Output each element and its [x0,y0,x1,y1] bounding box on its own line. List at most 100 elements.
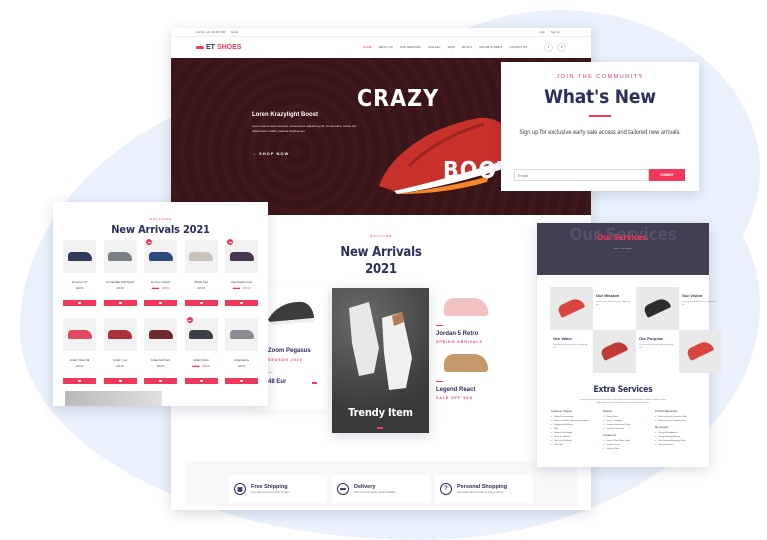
twitter-icon[interactable]: t [557,42,566,52]
service-link[interactable]: Terms & Conditions [551,436,589,438]
product-name[interactable]: Jordan Tech Pack [144,359,177,362]
service-link[interactable]: Change Billing Address [655,432,693,434]
facebook-icon[interactable]: f [544,42,553,52]
add-to-cart-button[interactable] [184,378,218,384]
service-image [593,330,636,373]
product-image[interactable] [225,318,258,351]
basket-icon [78,301,81,305]
trendy-indicator [377,427,383,429]
nav-contact[interactable]: CONTACT US [509,45,527,49]
product-card[interactable]: Air Force 1 '07 £99.00 [63,240,96,306]
service-item: Our Value Lorem ipsum dolor sit amet, adi… [550,330,593,373]
product-image[interactable] [184,240,218,273]
product-image[interactable] [103,240,137,273]
service-title[interactable]: Our Mission [596,293,633,298]
add-to-cart-button[interactable] [184,300,218,306]
nav-services[interactable]: OUR SERVICES [400,45,421,49]
product-image[interactable] [144,318,177,351]
legend-react-name[interactable]: Legend React [436,387,516,393]
product-image[interactable] [63,318,96,351]
service-title[interactable]: Our Purpose [639,336,676,341]
newsletter-kicker: JOIN THE COMMUNITY [556,74,644,80]
sale-price: £79.00 [243,287,251,290]
service-link[interactable]: Customer Care [603,444,641,446]
service-link[interactable]: View Saved Items [655,444,693,446]
topbar-email[interactable]: Email [231,31,238,34]
nav-blog[interactable]: BLOG ▾ [462,45,472,49]
topbar-link-signup[interactable]: Sign Up [551,31,560,34]
service-link[interactable]: Gift Guide [551,444,589,446]
product-name[interactable]: Air Force 1 Result [144,281,177,284]
product-name[interactable]: Giant Royals 2 Low [225,281,258,284]
service-link[interactable]: Terms / Conditions [603,420,641,422]
product-card[interactable]: Air VaporMax 2020 Flyknit £99.00 [103,240,137,306]
product-card[interactable]: Jordan 7 Retro SE £99.00 [63,318,96,384]
product-card[interactable]: Offcode Type £55.00 [184,240,218,306]
product-card[interactable]: Jordan 7 Low £99.00 [103,318,137,384]
nav-home[interactable]: HOME [363,45,371,49]
product-image[interactable] [225,239,258,273]
add-to-cart-button[interactable] [144,378,177,384]
email-input[interactable] [514,169,649,181]
logo-text-shoes: SHOES [216,43,242,51]
service-link[interactable]: Refund Per Exchanges [551,416,589,418]
nav-faqs[interactable]: FAQS [448,45,455,49]
product-card[interactable]: Jordan 5 Retro £79.00 £66.00 [184,317,218,384]
product-card[interactable]: Jordan Evolve £99.00 [225,318,258,384]
product-card[interactable]: Air Force 1 Result £99.00 £39.00 [144,239,177,306]
service-link[interactable]: Low Price Guarantee [603,428,641,430]
trendy-item-banner[interactable]: Trendy Item [332,288,429,433]
product-image[interactable] [144,239,177,273]
product-name[interactable]: Jordan 5 Retro [185,359,218,362]
arrivals-title: New Arrivals 2021 [111,223,210,236]
topbar-link-help[interactable]: Help [539,31,544,34]
logo[interactable]: ET SHOES [196,44,241,51]
nav-about[interactable]: ABOUT US [378,45,392,49]
extra-services-columns: Customer Support Refund Per Exchanges Excl… [551,410,693,452]
product-card[interactable]: Jordan Tech Pack £99.00 [144,318,177,384]
product-image[interactable] [103,318,137,351]
service-link[interactable]: Exclusive Fashion Ordering Competition [551,420,589,422]
add-to-cart-button[interactable] [144,300,177,306]
service-desc: Lorem ipsum dolor sit amet, adipiscing e… [553,344,588,349]
add-to-cart-button[interactable] [225,300,258,306]
product-image[interactable] [63,240,96,273]
service-link[interactable]: Customer Satisfaction Policy [603,424,641,426]
service-link[interactable]: Returns & Exchanges [551,432,589,434]
product-name[interactable]: Jordan 7 Retro SE [63,359,96,362]
product-name[interactable]: Air VaporMax 2020 Flyknit [104,281,137,284]
service-link[interactable]: Shipping and Delivery [551,424,589,426]
service-link[interactable]: Register Service Protection Plan [655,420,693,422]
add-to-cart-button[interactable] [103,378,137,384]
service-link[interactable]: Order by Phone [603,448,641,450]
shop-now-button[interactable]: → SHOP NOW [252,151,289,156]
service-title[interactable]: Our Vision [682,293,719,298]
trendy-sneakers-image [349,302,412,390]
add-to-cart-button[interactable] [225,378,258,384]
service-link[interactable]: FAQ [551,428,589,430]
add-to-cart-button[interactable] [103,300,137,306]
service-link[interactable]: View Exclusive Advantage Rules [655,440,693,442]
product-name[interactable]: Jordan Evolve [225,359,258,362]
nav-online-store[interactable]: ONLINE STORE ▾ [479,45,502,49]
jordan-5-retro-name[interactable]: Jordan 5 Retro [436,331,516,337]
shoe-image [189,252,213,261]
product-image[interactable] [184,317,218,351]
submit-button[interactable]: SUBMIT [649,169,685,181]
add-to-cart-button[interactable] [63,300,96,306]
basket-icon [159,301,162,305]
service-link[interactable]: Contact / Mail, Phone, Email [603,440,641,442]
service-link[interactable]: Change Shipping Address [655,436,693,438]
product-name[interactable]: Offcode Type [185,281,218,284]
service-link[interactable]: Gift Card / Gift Brand [551,440,589,442]
nav-gallery[interactable]: GALLERY [428,45,441,49]
product-name[interactable]: Jordan 7 Low [104,359,137,362]
product-card[interactable]: Giant Royals 2 Low £99.00 £79.00 [225,239,258,306]
service-link[interactable]: Privacy Policy [603,416,641,418]
add-to-cart-button[interactable] [63,378,96,384]
product-name[interactable]: Air Force 1 '07 [63,281,96,284]
service-title[interactable]: Our Value [553,336,590,341]
arrow-right-icon[interactable] [312,382,317,384]
service-link[interactable]: Warranty Service Protection Plans [655,416,693,418]
banner-image [65,391,162,406]
